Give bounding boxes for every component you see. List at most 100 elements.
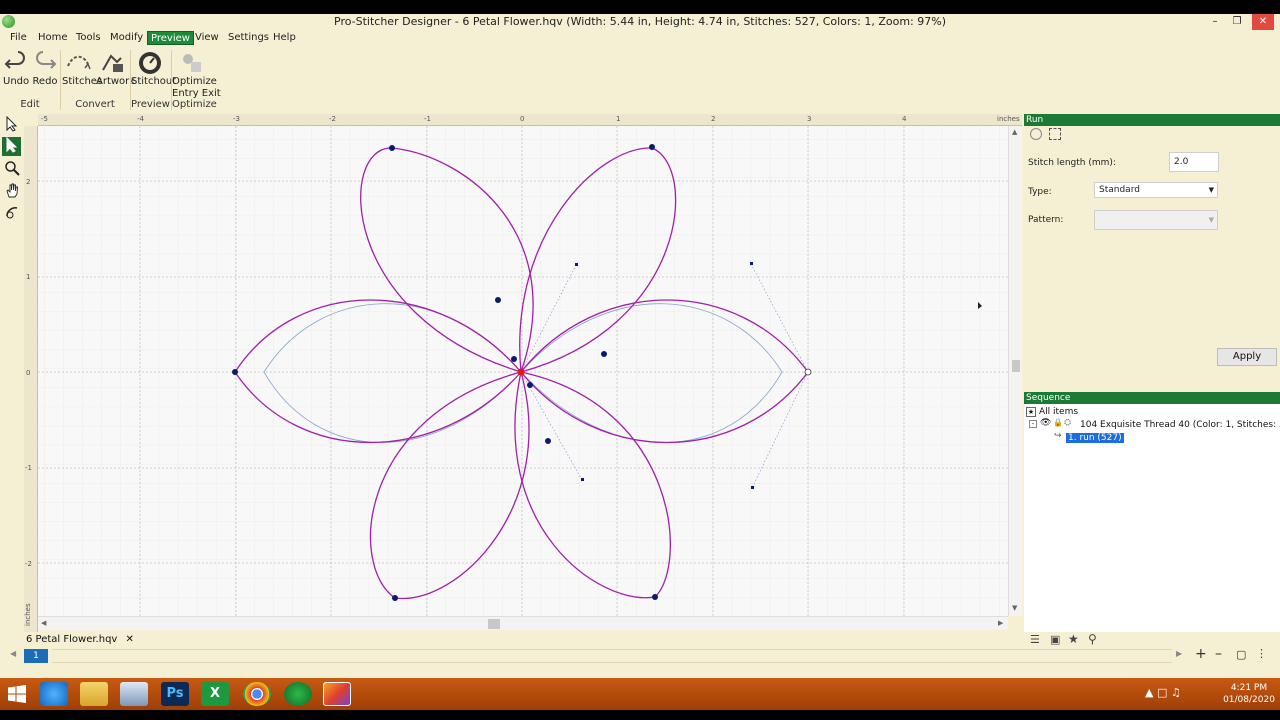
favorite-star-icon[interactable]: ★ bbox=[1068, 632, 1079, 646]
screen-bottom-border bbox=[0, 710, 1280, 720]
bounding-box-icon[interactable] bbox=[1049, 128, 1061, 140]
photoshop-icon[interactable]: Ps bbox=[161, 682, 189, 706]
ruler-tick: -3 bbox=[233, 115, 240, 123]
type-dropdown[interactable]: Standard ▼ bbox=[1094, 182, 1218, 198]
all-items-icon: ★ bbox=[1026, 407, 1036, 417]
tree-item-thread[interactable]: 104 Exquisite Thread 40 (Color: 1, Stitc… bbox=[1080, 420, 1280, 430]
excel-icon[interactable]: X bbox=[201, 682, 229, 706]
lock-icon[interactable]: 🔒 bbox=[1053, 418, 1063, 427]
group-label-edit: Edit bbox=[20, 99, 40, 110]
page-prev-icon[interactable]: ◀ bbox=[10, 649, 16, 658]
visibility-eye-icon[interactable]: 👁 bbox=[1040, 418, 1051, 428]
stitches-button[interactable]: Stitches bbox=[62, 48, 103, 98]
prostitcher-icon[interactable] bbox=[284, 682, 312, 706]
pointer-tool[interactable] bbox=[2, 115, 21, 135]
design-canvas[interactable] bbox=[38, 126, 1008, 616]
redo-button[interactable]: Redo bbox=[32, 48, 58, 98]
list-view-icon[interactable]: ☰ bbox=[1030, 633, 1040, 646]
minimize-button[interactable]: – bbox=[1204, 14, 1226, 30]
clock-time: 4:21 PM bbox=[1230, 683, 1268, 693]
optimize-label-1: Optimize bbox=[172, 76, 217, 87]
close-tab-icon[interactable]: ✕ bbox=[126, 634, 134, 645]
select-tool[interactable] bbox=[2, 136, 21, 156]
internet-explorer-icon[interactable] bbox=[40, 682, 68, 706]
redo-icon bbox=[36, 51, 57, 69]
collapse-icon[interactable]: - bbox=[1029, 420, 1037, 428]
menu-view[interactable]: View bbox=[192, 31, 222, 45]
ruler-tick: 1 bbox=[616, 115, 621, 123]
flower-design[interactable] bbox=[38, 126, 1008, 616]
run-item-icon: ↪ bbox=[1054, 431, 1062, 441]
location-pin-icon[interactable]: ⚲ bbox=[1088, 632, 1097, 646]
thread-icon: ⛭ bbox=[1064, 418, 1072, 428]
chrome-icon[interactable] bbox=[243, 682, 271, 706]
artwork-button[interactable]: Artwork bbox=[96, 48, 135, 98]
zoom-tool[interactable] bbox=[2, 160, 21, 179]
ruler-tick: -2 bbox=[329, 115, 336, 123]
top-ruler: -5 -4 -3 -2 -1 0 1 2 3 4 inches bbox=[38, 114, 1022, 126]
stitch-length-input[interactable]: 2.0 bbox=[1169, 152, 1219, 172]
undo-label: Undo bbox=[3, 76, 30, 87]
optimize-icon bbox=[183, 54, 201, 72]
sequence-tree: ★ All items - 👁 🔒 ⛭ 104 Exquisite Thread… bbox=[1024, 404, 1280, 634]
menu-home[interactable]: Home bbox=[35, 31, 71, 45]
group-label-convert: Convert bbox=[75, 99, 115, 110]
scroll-left-icon[interactable]: ◀ bbox=[41, 619, 46, 627]
chevron-down-icon: ▼ bbox=[1208, 186, 1214, 194]
node-tool[interactable] bbox=[2, 204, 21, 223]
close-button[interactable]: ✕ bbox=[1252, 14, 1274, 30]
menu-tools[interactable]: Tools bbox=[73, 31, 104, 45]
tray-icons[interactable]: ▲ □ ♫ bbox=[1145, 686, 1181, 699]
ruler-unit: inches bbox=[997, 115, 1020, 123]
system-clock[interactable]: 4:21 PM 01/08/2020 bbox=[1222, 682, 1276, 706]
hand-icon bbox=[5, 183, 18, 198]
menu-modify[interactable]: Modify bbox=[107, 31, 146, 45]
undo-button[interactable]: Undo bbox=[3, 48, 29, 98]
layers-icon[interactable]: ▣ bbox=[1050, 633, 1060, 646]
designer-app-icon[interactable] bbox=[323, 682, 351, 706]
remove-page-icon[interactable]: – bbox=[1215, 646, 1222, 662]
horizontal-scroll-thumb[interactable] bbox=[488, 619, 500, 629]
group-label-optimize: Optimize bbox=[172, 99, 217, 110]
menu-help[interactable]: Help bbox=[270, 31, 299, 45]
computer-icon[interactable] bbox=[120, 682, 148, 706]
scroll-up-icon[interactable]: ▲ bbox=[1012, 128, 1017, 136]
screen-top-border bbox=[0, 0, 1280, 14]
scroll-down-icon[interactable]: ▼ bbox=[1012, 604, 1017, 612]
vertical-scroll-thumb[interactable] bbox=[1012, 360, 1020, 372]
stitches-label: Stitches bbox=[62, 76, 103, 87]
right-panel: Run Stitch length (mm): 2.0 Type: Standa… bbox=[1024, 114, 1280, 634]
stitchout-icon bbox=[139, 52, 161, 74]
tree-item-run[interactable]: 1. run (527) bbox=[1066, 433, 1124, 443]
tree-item-all[interactable]: All items bbox=[1039, 407, 1078, 417]
scroll-right-icon[interactable]: ▶ bbox=[998, 619, 1003, 627]
menu-settings[interactable]: Settings bbox=[225, 31, 272, 45]
redo-label: Redo bbox=[32, 76, 58, 87]
ruler-tick: -2 bbox=[25, 560, 32, 568]
vertical-scrollbar[interactable]: ▲ ▼ bbox=[1008, 126, 1022, 616]
ruler-tick: 1 bbox=[26, 273, 31, 281]
file-explorer-icon[interactable] bbox=[80, 682, 108, 706]
more-options-icon[interactable]: ⋮ bbox=[1256, 647, 1267, 660]
apply-button[interactable]: Apply bbox=[1217, 348, 1277, 366]
start-point[interactable] bbox=[517, 368, 525, 376]
pan-tool[interactable] bbox=[2, 182, 21, 201]
add-page-icon[interactable]: + bbox=[1195, 646, 1207, 662]
optimize-entry-exit-button[interactable]: Optimize Entry Exit bbox=[172, 48, 221, 99]
document-tab[interactable]: 6 Petal Flower.hqv ✕ bbox=[26, 633, 134, 647]
stitch-length-label: Stitch length (mm): bbox=[1028, 158, 1116, 168]
stitchout-button[interactable]: Stitchout bbox=[131, 48, 176, 98]
windows-start-icon[interactable] bbox=[8, 685, 26, 703]
ribbon: Undo Redo Stitches Artwork Stitchout Opt… bbox=[0, 46, 1280, 112]
maximize-button[interactable]: ❐ bbox=[1226, 14, 1248, 30]
menu-file[interactable]: File bbox=[7, 31, 30, 45]
end-point[interactable] bbox=[804, 368, 812, 376]
ruler-unit-vertical: inches bbox=[24, 603, 32, 626]
pattern-dropdown[interactable]: ▼ bbox=[1094, 210, 1218, 230]
page-thumbnail[interactable]: 1 bbox=[24, 649, 48, 663]
horizontal-scrollbar[interactable]: ◀ ▶ bbox=[38, 616, 1008, 630]
page-next-icon[interactable]: ▶ bbox=[1176, 649, 1182, 658]
display-icon[interactable]: ▢ bbox=[1236, 648, 1246, 661]
menu-preview[interactable]: Preview bbox=[147, 31, 194, 45]
run-mode-icon[interactable] bbox=[1030, 128, 1042, 140]
